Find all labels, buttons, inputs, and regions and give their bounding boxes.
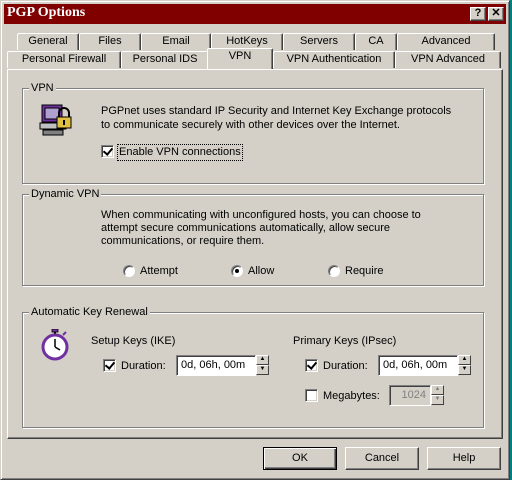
vpn-description-line2: to communicate securely with other devic… bbox=[101, 119, 400, 131]
allow-radio[interactable] bbox=[231, 265, 243, 277]
tab-vpn-authentication[interactable]: VPN Authentication bbox=[273, 51, 395, 68]
megabytes-field[interactable]: 1024 bbox=[389, 385, 431, 406]
require-label[interactable]: Require bbox=[345, 265, 384, 278]
cancel-button[interactable]: Cancel bbox=[345, 447, 419, 470]
tab-personal-firewall[interactable]: Personal Firewall bbox=[7, 51, 121, 68]
tab-ca[interactable]: CA bbox=[355, 33, 397, 50]
tab-general[interactable]: General bbox=[17, 33, 79, 50]
vpn-computer-lock-icon bbox=[39, 104, 72, 136]
setup-keys-heading: Setup Keys (IKE) bbox=[91, 335, 176, 347]
dynamic-description-line2: attempt secure communications automatica… bbox=[101, 222, 390, 234]
setup-duration-field[interactable]: 0d, 06h, 00m bbox=[176, 355, 256, 376]
tab-email[interactable]: Email bbox=[141, 33, 211, 50]
tab-vpn-advanced[interactable]: VPN Advanced bbox=[395, 51, 501, 68]
attempt-radio[interactable] bbox=[123, 265, 135, 277]
setup-duration-checkbox[interactable] bbox=[103, 359, 116, 372]
primary-duration-label[interactable]: Duration: bbox=[323, 360, 368, 373]
enable-vpn-checkbox[interactable] bbox=[101, 145, 114, 158]
dynamic-description-line1: When communicating with unconfigured hos… bbox=[101, 209, 421, 221]
attempt-label[interactable]: Attempt bbox=[140, 265, 178, 278]
setup-duration-label[interactable]: Duration: bbox=[121, 360, 166, 373]
help-button[interactable]: Help bbox=[427, 447, 501, 470]
title-help-button[interactable]: ? bbox=[470, 7, 486, 21]
dynamic-description-line3: communications, or require them. bbox=[101, 235, 265, 247]
dynamic-vpn-group-label: Dynamic VPN bbox=[29, 187, 102, 201]
primary-duration-spinner[interactable]: ▲ ▼ bbox=[458, 355, 471, 376]
window-title: PGP Options bbox=[7, 5, 86, 20]
megabytes-checkbox[interactable] bbox=[305, 389, 318, 402]
tab-personal-ids[interactable]: Personal IDS bbox=[121, 51, 209, 68]
key-renewal-group: Automatic Key Renewal Setup Keys (IKE) D… bbox=[22, 305, 484, 428]
allow-label[interactable]: Allow bbox=[248, 265, 274, 278]
primary-keys-heading: Primary Keys (IPsec) bbox=[293, 335, 397, 347]
primary-duration-down-arrow-icon[interactable]: ▼ bbox=[458, 365, 471, 375]
primary-duration-checkbox[interactable] bbox=[305, 359, 318, 372]
tab-servers[interactable]: Servers bbox=[283, 33, 355, 50]
vpn-description-line1: PGPnet uses standard IP Security and Int… bbox=[101, 105, 452, 117]
tab-vpn[interactable]: VPN bbox=[207, 48, 273, 69]
tab-files[interactable]: Files bbox=[79, 33, 141, 50]
title-bar[interactable]: PGP Options ? ✕ bbox=[4, 4, 506, 24]
vpn-group-label: VPN bbox=[29, 81, 56, 95]
setup-duration-up-arrow-icon[interactable]: ▲ bbox=[256, 355, 269, 365]
megabytes-down-arrow-icon[interactable]: ▼ bbox=[431, 395, 444, 405]
enable-vpn-label[interactable]: Enable VPN connections bbox=[117, 144, 243, 161]
title-close-button[interactable]: ✕ bbox=[488, 7, 504, 21]
primary-duration-field[interactable]: 0d, 06h, 00m bbox=[378, 355, 458, 376]
setup-duration-down-arrow-icon[interactable]: ▼ bbox=[256, 365, 269, 375]
primary-duration-up-arrow-icon[interactable]: ▲ bbox=[458, 355, 471, 365]
megabytes-label[interactable]: Megabytes: bbox=[323, 390, 380, 403]
megabytes-up-arrow-icon[interactable]: ▲ bbox=[431, 385, 444, 395]
ok-button[interactable]: OK bbox=[263, 447, 337, 470]
require-radio[interactable] bbox=[328, 265, 340, 277]
vpn-tab-panel: VPN PGPnet uses standard IP Security and… bbox=[7, 69, 503, 439]
setup-duration-spinner[interactable]: ▲ ▼ bbox=[256, 355, 269, 376]
key-renewal-group-label: Automatic Key Renewal bbox=[29, 305, 150, 319]
tab-advanced[interactable]: Advanced bbox=[397, 33, 495, 50]
vpn-group: VPN PGPnet uses standard IP Security and… bbox=[22, 81, 484, 184]
dynamic-vpn-group: Dynamic VPN When communicating with unco… bbox=[22, 187, 484, 286]
stopwatch-icon bbox=[41, 329, 69, 361]
megabytes-spinner[interactable]: ▲ ▼ bbox=[431, 385, 444, 406]
pgp-options-window: PGP Options ? ✕ General Files Email HotK… bbox=[0, 0, 510, 480]
